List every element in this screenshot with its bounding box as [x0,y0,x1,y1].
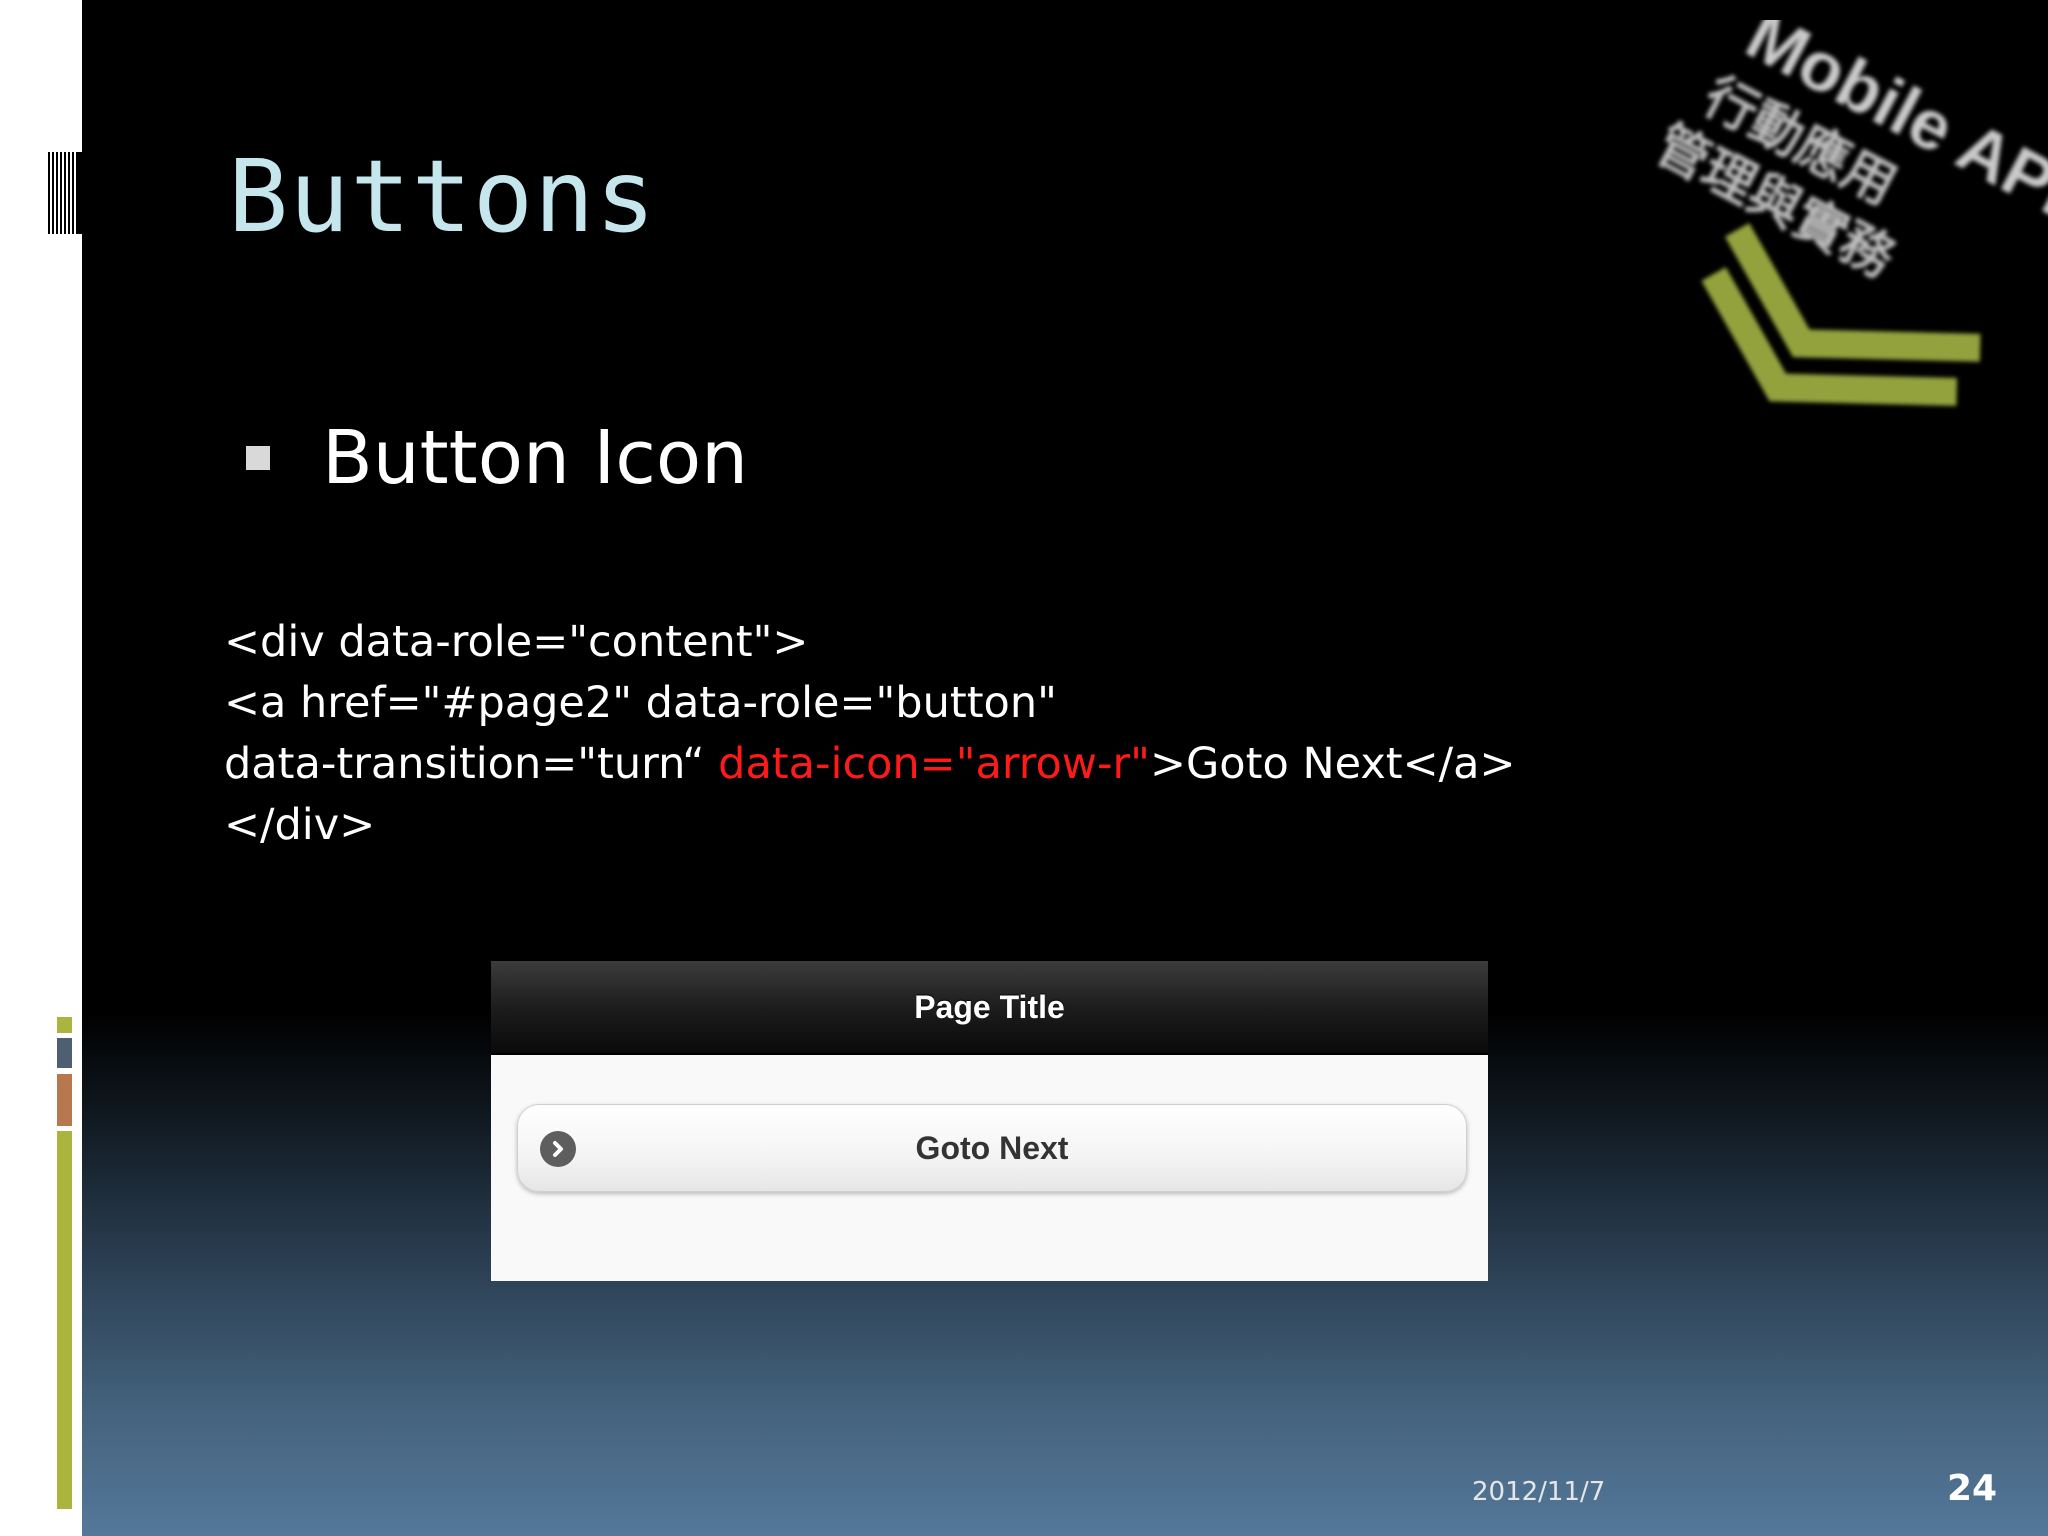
accent-bar-green-long [57,1131,72,1509]
slide-page-number: 24 [1947,1468,1998,1509]
demo-header-bar: Page Title [491,961,1488,1055]
bullet-text: Button Icon [322,415,749,501]
demo-page-title: Page Title [914,988,1065,1025]
accent-bar-copper [57,1074,72,1126]
code-line-2: <a href="#page2" data-role="button" [224,678,1057,728]
goto-next-button[interactable]: Goto Next [517,1104,1467,1192]
code-line-3-end: >Goto Next</a> [1149,739,1516,789]
footer-date: 2012/11/7 [1472,1477,1606,1507]
slide: Buttons Button Icon <div data-role="cont… [82,0,2048,1536]
code-highlight: data-icon="arrow-r" [718,739,1150,789]
code-line-3: data-transition="turn“ data-icon="arrow-… [224,734,1516,795]
code-line-3-start: data-transition="turn“ [224,739,719,789]
mobile-app-logo: Mobile APP 行動應用 管理與實務 [1646,20,2048,406]
accent-bar-slate [57,1038,72,1068]
code-sample: <div data-role="content"> <a href="#page… [224,612,1516,856]
code-line-4: </div> [224,800,376,850]
slide-title: Buttons [228,138,657,255]
square-bullet-icon [246,446,270,470]
arrow-right-icon [540,1131,576,1167]
goto-next-label: Goto Next [915,1129,1069,1166]
bullet-item: Button Icon [246,415,748,501]
left-margin-strip [0,0,82,1536]
jquery-mobile-demo-screenshot: Page Title Goto Next [491,961,1488,1281]
accent-bar-green-top [57,1017,72,1033]
code-line-1: <div data-role="content"> [224,617,809,667]
